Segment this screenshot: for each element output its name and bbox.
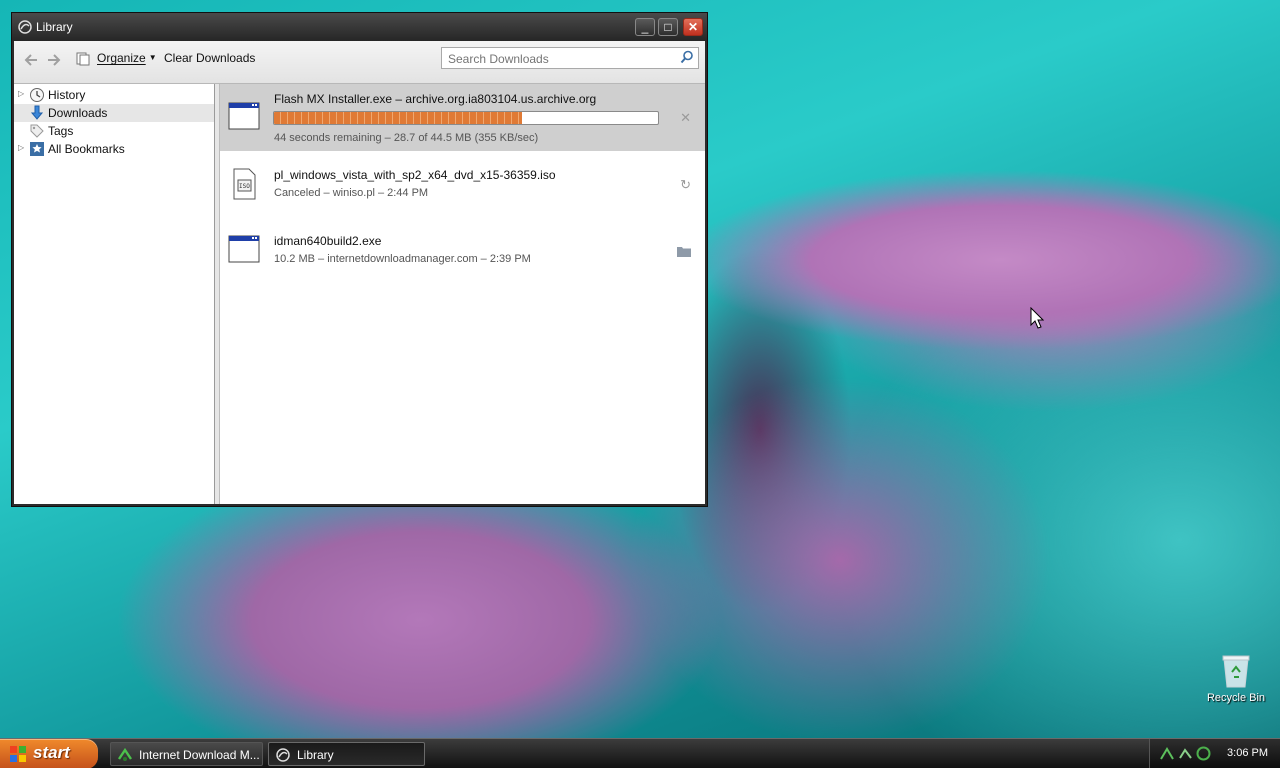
download-progress-bar <box>273 111 659 125</box>
close-button[interactable]: ✕ <box>683 18 703 36</box>
toolbar: Organize ▼ Clear Downloads <box>14 41 705 84</box>
download-status: 10.2 MB – internetdownloadmanager.com – … <box>274 253 531 265</box>
sidebar-item-label: Downloads <box>48 106 108 120</box>
disc-image-file-icon: ISO <box>228 168 260 200</box>
sidebar-item-label: Tags <box>48 124 74 138</box>
organize-menu-button[interactable]: Organize ▼ <box>97 51 157 65</box>
idm-icon <box>117 747 133 763</box>
retry-icon[interactable]: ↻ <box>680 177 691 193</box>
cancel-icon[interactable]: ✕ <box>680 110 691 126</box>
progress-fill <box>274 112 522 124</box>
title-bar[interactable]: Library _ □ ✕ <box>12 13 707 41</box>
taskbar-item-library[interactable]: Library <box>268 742 425 766</box>
security-tray-icon[interactable] <box>1196 746 1211 761</box>
system-tray: 3:06 PM <box>1149 739 1280 768</box>
download-item[interactable]: Flash MX Installer.exe – archive.org.ia8… <box>220 84 705 151</box>
clock-icon <box>29 87 45 103</box>
recycle-bin-icon <box>1221 654 1251 688</box>
mouse-cursor-icon <box>1030 306 1045 334</box>
download-status: 44 seconds remaining – 28.7 of 44.5 MB (… <box>274 132 539 144</box>
close-icon: ✕ <box>687 20 699 34</box>
download-arrow-icon <box>29 105 45 121</box>
back-arrow-icon[interactable] <box>24 53 38 69</box>
window-title: Library <box>36 20 73 34</box>
organize-icon <box>76 52 90 66</box>
clear-downloads-button[interactable]: Clear Downloads <box>164 51 255 65</box>
task-label: Library <box>297 748 334 762</box>
minimize-button[interactable]: _ <box>635 18 655 36</box>
network-tray-icon[interactable] <box>1160 746 1175 761</box>
folder-icon[interactable] <box>677 245 691 260</box>
sidebar-item-history[interactable]: ▷ History <box>14 86 214 104</box>
organize-label: Organize <box>97 51 146 65</box>
download-item[interactable]: idman640build2.exe 10.2 MB – internetdow… <box>220 217 705 283</box>
idm-tray-icon[interactable] <box>1178 746 1193 761</box>
executable-file-icon <box>228 235 260 263</box>
sidebar-item-all-bookmarks[interactable]: ▷ All Bookmarks <box>14 140 214 158</box>
recycle-bin-desktop-icon[interactable]: Recycle Bin <box>1205 654 1267 704</box>
svg-text:ISO: ISO <box>239 183 250 190</box>
library-window: Library _ □ ✕ Organize▼ Clear Downloads <box>11 12 708 507</box>
maximize-button[interactable]: □ <box>658 18 678 36</box>
caret-down-icon: ▼ <box>148 53 157 62</box>
recycle-bin-label: Recycle Bin <box>1206 692 1266 704</box>
downloads-list: Flash MX Installer.exe – archive.org.ia8… <box>220 84 705 504</box>
forward-arrow-icon[interactable] <box>47 53 61 69</box>
clock: 3:06 PM <box>1227 747 1268 759</box>
start-button[interactable]: start <box>0 739 98 768</box>
minimize-icon: _ <box>641 20 649 34</box>
executable-file-icon <box>228 102 260 130</box>
sidebar-item-label: History <box>48 88 86 102</box>
sidebar-item-downloads[interactable]: Downloads <box>14 104 214 122</box>
expand-twisty-icon[interactable]: ▷ <box>18 143 24 152</box>
taskbar: start Internet Download M... Library 3:0… <box>0 738 1280 768</box>
download-item[interactable]: ISO pl_windows_vista_with_sp2_x64_dvd_x1… <box>220 151 705 217</box>
search-box[interactable] <box>441 47 699 69</box>
download-filename: idman640build2.exe <box>274 234 382 248</box>
search-input[interactable] <box>446 51 675 67</box>
download-filename: Flash MX Installer.exe – archive.org.ia8… <box>274 92 597 106</box>
sidebar-item-label: All Bookmarks <box>48 142 125 156</box>
search-icon[interactable] <box>680 50 694 64</box>
task-label: Internet Download M... <box>139 748 260 762</box>
start-label: start <box>33 743 70 762</box>
sidebar-item-tags[interactable]: Tags <box>14 122 214 140</box>
download-status: Canceled – winiso.pl – 2:44 PM <box>274 187 429 199</box>
windows-logo-icon <box>10 746 26 762</box>
library-sidebar: ▷ History Downloads Tags ▷ All Bookmarks <box>14 84 215 504</box>
expand-twisty-icon[interactable]: ▷ <box>18 89 24 98</box>
firefox-icon <box>275 747 291 763</box>
taskbar-item-internet-download-manager[interactable]: Internet Download M... <box>110 742 263 766</box>
maximize-icon: □ <box>664 20 672 34</box>
firefox-icon <box>18 20 32 34</box>
download-filename: pl_windows_vista_with_sp2_x64_dvd_x15-36… <box>274 168 556 182</box>
tag-icon <box>29 123 45 139</box>
star-icon <box>29 141 45 157</box>
